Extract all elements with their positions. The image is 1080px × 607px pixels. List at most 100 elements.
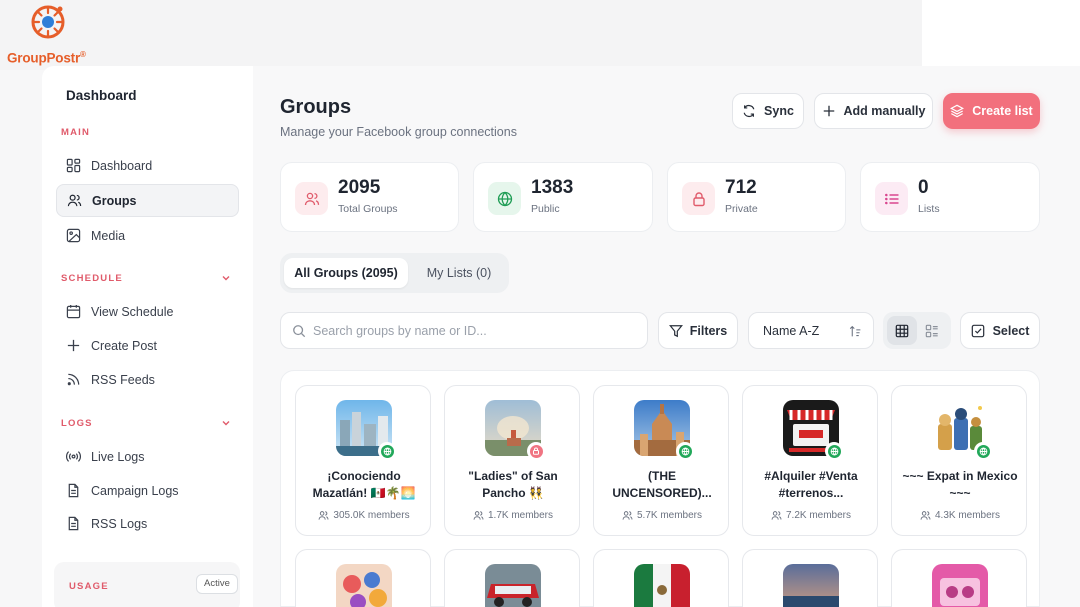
search-box — [280, 312, 648, 349]
group-card[interactable]: "Ladies" of San Pancho 👯 1.7K members — [444, 385, 580, 536]
chevron-down-icon[interactable] — [220, 417, 232, 429]
public-badge — [825, 442, 843, 460]
group-card[interactable] — [593, 549, 729, 607]
sort-value: Name A-Z — [763, 323, 820, 338]
group-name: ¡Conociendo Mazatlán! 🇲🇽🌴🌅 — [312, 469, 416, 500]
group-card[interactable] — [295, 549, 431, 607]
sidebar-item-groups[interactable]: Groups — [56, 184, 239, 217]
group-card[interactable]: (THE UNCENSORED)... 5.7K members — [593, 385, 729, 536]
group-card[interactable] — [742, 549, 878, 607]
rss-icon — [67, 373, 80, 386]
group-name: "Ladies" of San Pancho 👯 — [468, 469, 558, 500]
top-bar — [0, 0, 1080, 70]
filter-icon — [668, 324, 683, 337]
stat-value: 712 — [725, 177, 757, 198]
stat-icon-box — [295, 182, 328, 215]
sort-ascending-icon — [849, 325, 861, 337]
usage-panel: USAGE Active — [54, 562, 240, 607]
sidebar-item-dashboard[interactable]: Dashboard — [56, 149, 239, 182]
globe-icon — [497, 191, 512, 206]
users-icon — [622, 511, 633, 520]
section-schedule-label: SCHEDULE — [61, 273, 123, 284]
grid-view-button[interactable] — [887, 316, 917, 345]
group-thumbnail — [634, 564, 690, 607]
logo[interactable]: GroupPostr® — [6, 4, 116, 66]
chevron-down-icon[interactable] — [220, 272, 232, 284]
public-badge — [676, 442, 694, 460]
sidebar-item-label: RSS Feeds — [91, 372, 155, 387]
lock-icon — [533, 447, 539, 455]
image-icon — [66, 228, 81, 243]
users-icon — [318, 511, 329, 520]
file-text-icon — [68, 483, 79, 498]
stat-icon-box — [875, 182, 908, 215]
group-thumbnail — [932, 564, 988, 607]
stat-card-private: 712 Private — [667, 162, 846, 232]
filters-button[interactable]: Filters — [658, 312, 738, 349]
group-card[interactable]: #Alquiler #Venta #terrenos... 7.2K membe… — [742, 385, 878, 536]
sidebar-item-create-post[interactable]: Create Post — [56, 329, 239, 362]
stat-label: Total Groups — [338, 203, 398, 215]
group-card[interactable]: ¡Conociendo Mazatlán! 🇲🇽🌴🌅 305.0K member… — [295, 385, 431, 536]
globe-icon — [383, 446, 391, 456]
stat-value: 2095 — [338, 177, 381, 198]
sidebar-item-media[interactable]: Media — [56, 219, 239, 252]
sidebar-item-view-schedule[interactable]: View Schedule — [56, 295, 239, 328]
calendar-icon — [66, 304, 81, 319]
list-view-button[interactable] — [917, 316, 947, 345]
plus-icon — [67, 339, 80, 352]
status-badge: Active — [196, 574, 238, 594]
sidebar-title: Dashboard — [66, 88, 137, 103]
sidebar-item-label: Live Logs — [91, 449, 145, 464]
group-card[interactable] — [891, 549, 1027, 607]
group-name: #Alquiler #Venta #terrenos... — [764, 469, 858, 500]
usage-label: USAGE — [69, 581, 109, 592]
group-thumbnail — [485, 564, 541, 607]
search-input[interactable] — [313, 321, 633, 341]
tab-all-groups[interactable]: All Groups (2095) — [284, 258, 408, 288]
users-icon — [67, 194, 82, 207]
logo-mark-icon — [31, 5, 65, 39]
sidebar-item-campaign-logs[interactable]: Campaign Logs — [56, 474, 239, 507]
tab-my-lists[interactable]: My Lists (0) — [414, 258, 504, 288]
sidebar-item-label: View Schedule — [91, 304, 174, 319]
group-members: 4.3K members — [892, 510, 1028, 521]
group-card[interactable] — [444, 549, 580, 607]
view-toggle — [883, 312, 951, 349]
group-members: 305.0K members — [296, 510, 432, 521]
layers-icon — [950, 104, 965, 118]
stat-card-public: 1383 Public — [473, 162, 653, 232]
users-icon — [304, 192, 319, 205]
sidebar-item-live-logs[interactable]: Live Logs — [56, 440, 239, 473]
sidebar-item-rss-logs[interactable]: RSS Logs — [56, 507, 239, 540]
list-icon — [884, 193, 898, 204]
users-icon — [920, 511, 931, 520]
lock-icon — [692, 191, 705, 206]
stat-label: Private — [725, 203, 758, 215]
select-button[interactable]: Select — [960, 312, 1040, 349]
sidebar-item-rss-feeds[interactable]: RSS Feeds — [56, 363, 239, 396]
stat-value: 0 — [918, 177, 929, 198]
globe-icon — [979, 446, 987, 456]
plus-icon — [823, 105, 834, 117]
private-badge — [527, 442, 545, 460]
add-manually-button[interactable]: Add manually — [814, 93, 933, 129]
group-members: 5.7K members — [594, 510, 730, 521]
stat-card-total-groups: 2095 Total Groups — [280, 162, 459, 232]
layout-grid-icon — [66, 158, 81, 173]
grid-icon — [895, 324, 909, 337]
public-badge — [378, 442, 396, 460]
create-list-button[interactable]: Create list — [943, 93, 1040, 129]
sort-select[interactable]: Name A-Z — [748, 312, 874, 349]
public-badge — [974, 442, 992, 460]
stat-label: Lists — [918, 203, 940, 215]
stat-value: 1383 — [531, 177, 574, 198]
checkbox-icon — [971, 324, 984, 337]
sync-button[interactable]: Sync — [732, 93, 804, 129]
sidebar-item-label: Create Post — [91, 338, 158, 353]
sidebar-item-label: RSS Logs — [91, 516, 148, 531]
sidebar-item-label: Campaign Logs — [91, 483, 179, 498]
group-card[interactable]: ~~~ Expat in Mexico ~~~ 4.3K members — [891, 385, 1027, 536]
group-name: ~~~ Expat in Mexico ~~~ — [902, 469, 1018, 500]
group-thumbnail — [336, 564, 392, 607]
